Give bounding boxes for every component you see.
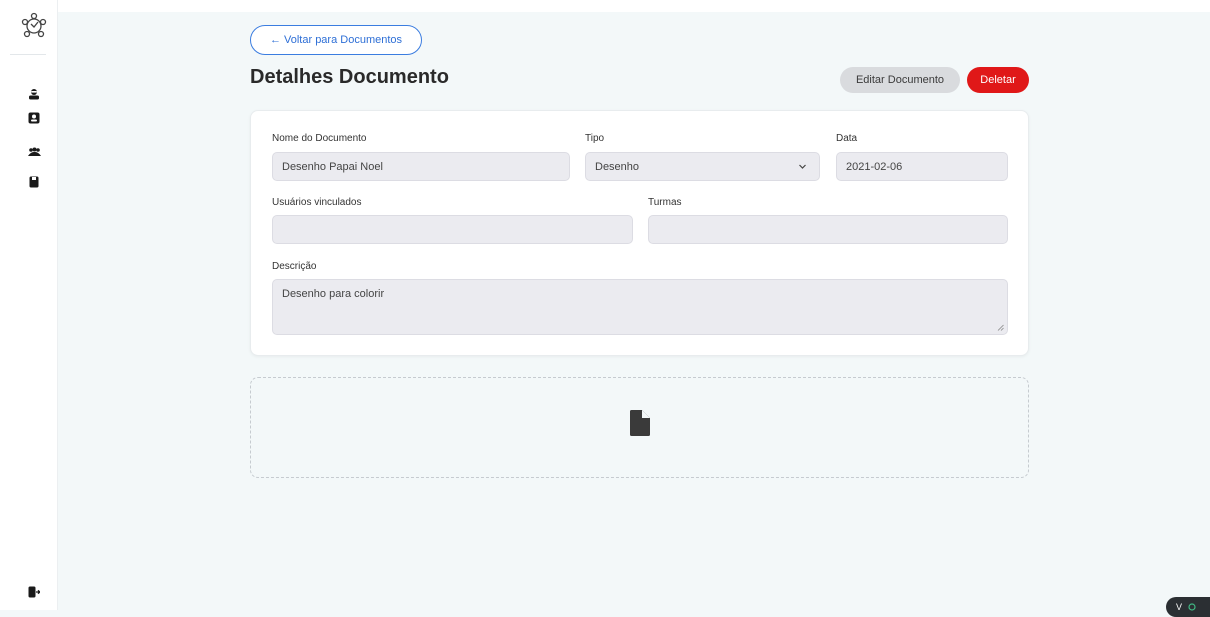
type-label: Tipo bbox=[585, 133, 605, 144]
description-value: Desenho para colorir bbox=[282, 288, 385, 300]
date-value: 2021-02-06 bbox=[846, 160, 903, 173]
document-name-field[interactable]: Desenho Papai Noel bbox=[272, 152, 570, 181]
description-label: Descrição bbox=[272, 261, 317, 272]
linked-users-label: Usuários vinculados bbox=[272, 197, 362, 208]
id-card-icon bbox=[28, 112, 40, 124]
resize-handle-icon[interactable] bbox=[997, 324, 1004, 331]
classes-label: Turmas bbox=[648, 197, 682, 208]
back-to-documents-button[interactable]: ← Voltar para Documentos bbox=[250, 25, 422, 55]
sidebar-item-classes[interactable] bbox=[24, 142, 44, 162]
type-value: Desenho bbox=[595, 160, 640, 173]
chevron-down-icon bbox=[799, 164, 806, 169]
user-icon bbox=[29, 89, 39, 100]
sidebar-item-logout[interactable] bbox=[24, 582, 44, 602]
linked-users-field[interactable] bbox=[272, 215, 633, 244]
page-title: Detalhes Documento bbox=[250, 66, 449, 88]
sidebar-item-users[interactable] bbox=[24, 108, 44, 128]
document-name-value: Desenho Papai Noel bbox=[282, 160, 383, 173]
description-textarea[interactable]: Desenho para colorir bbox=[272, 279, 1008, 335]
sidebar-divider bbox=[10, 54, 46, 55]
vue-devtools-icon: V bbox=[1176, 602, 1183, 612]
sidebar bbox=[0, 0, 58, 610]
sidebar-item-profile[interactable] bbox=[24, 84, 44, 104]
app-logo-icon[interactable] bbox=[21, 12, 47, 40]
book-icon bbox=[29, 176, 39, 188]
edit-document-button[interactable]: Editar Documento bbox=[840, 67, 960, 93]
type-select[interactable]: Desenho bbox=[585, 152, 820, 181]
classes-field[interactable] bbox=[648, 215, 1008, 244]
delete-button[interactable]: Deletar bbox=[967, 67, 1029, 93]
document-name-label: Nome do Documento bbox=[272, 133, 367, 144]
vue-devtools-badge[interactable]: V bbox=[1166, 597, 1210, 617]
date-field[interactable]: 2021-02-06 bbox=[836, 152, 1008, 181]
sidebar-item-documents[interactable] bbox=[24, 172, 44, 192]
file-dropzone[interactable] bbox=[250, 377, 1029, 478]
document-details-card: Nome do Documento Desenho Papai Noel Tip… bbox=[250, 110, 1029, 356]
users-group-icon bbox=[27, 147, 41, 156]
logout-icon bbox=[28, 586, 40, 598]
date-label: Data bbox=[836, 133, 858, 144]
top-strip bbox=[58, 0, 1210, 12]
file-icon bbox=[630, 410, 650, 436]
